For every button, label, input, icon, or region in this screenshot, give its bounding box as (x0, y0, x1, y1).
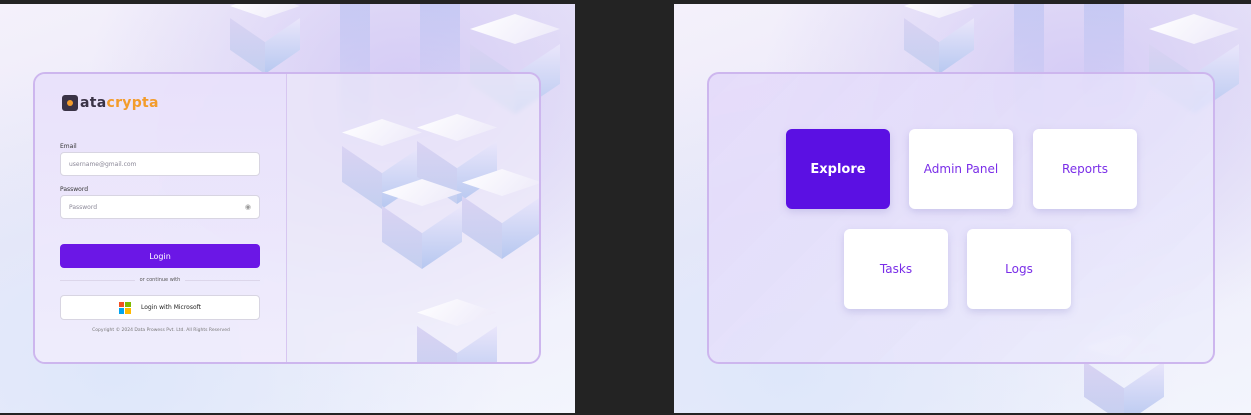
decor-cube (230, 4, 300, 74)
login-card: atacrypta Email username@gmail.com Passw… (33, 72, 541, 364)
login-button[interactable]: Login (60, 244, 260, 268)
tile-tasks[interactable]: Tasks (844, 229, 948, 309)
email-placeholder: username@gmail.com (69, 160, 137, 168)
decor-cube (462, 169, 539, 259)
copyright-text: Copyright © 2024 Data Prowess Pvt. Ltd. … (92, 328, 230, 333)
tile-reports[interactable]: Reports (1033, 129, 1137, 209)
logo-icon (62, 95, 78, 111)
tile-admin-panel[interactable]: Admin Panel (909, 129, 1013, 209)
divider-text: or continue with (139, 277, 181, 283)
password-placeholder: Password (69, 203, 98, 211)
email-label: Email (60, 143, 77, 150)
login-form: atacrypta Email username@gmail.com Passw… (35, 74, 287, 362)
logo-text-b: crypta (106, 95, 159, 111)
microsoft-icon (118, 301, 131, 314)
login-screen: atacrypta Email username@gmail.com Passw… (0, 4, 575, 413)
divider: or continue with (60, 276, 260, 284)
tile-explore[interactable]: Explore (786, 129, 890, 209)
decor-cube (904, 4, 974, 74)
decor-cube (417, 299, 497, 362)
password-label: Password (60, 186, 89, 193)
tile-logs[interactable]: Logs (967, 229, 1071, 309)
eye-off-icon[interactable]: ◉ (245, 203, 251, 211)
login-with-microsoft-button[interactable]: Login with Microsoft (60, 295, 260, 320)
microsoft-button-label: Login with Microsoft (140, 304, 202, 311)
menu-screen: Explore Admin Panel Reports Tasks Logs (674, 4, 1251, 413)
login-illustration (287, 74, 539, 362)
brand-logo: atacrypta (62, 95, 159, 111)
email-field[interactable]: username@gmail.com (60, 152, 260, 176)
password-field[interactable]: Password ◉ (60, 195, 260, 219)
menu-card: Explore Admin Panel Reports Tasks Logs (707, 72, 1215, 364)
decor-cube (382, 179, 462, 269)
logo-text-a: ata (80, 95, 107, 111)
